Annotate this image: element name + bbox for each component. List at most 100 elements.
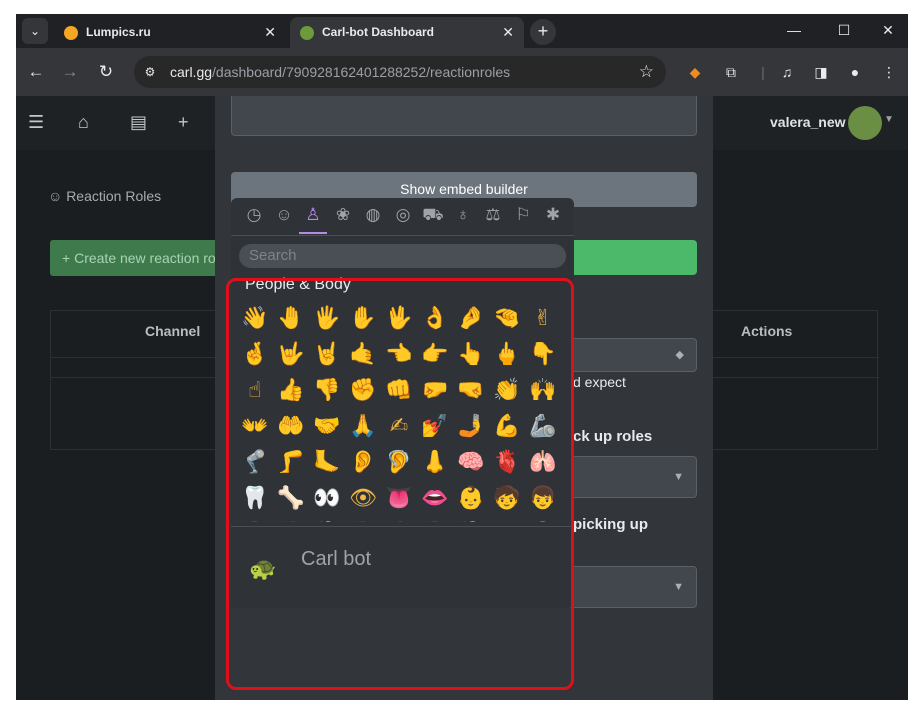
emoji-item[interactable]: 🦾 xyxy=(527,410,559,442)
emoji-item[interactable]: 🦿 xyxy=(239,446,271,478)
travel-icon[interactable]: ⛟ xyxy=(422,204,444,226)
url-text[interactable]: carl.gg/dashboard/790928162401288252/rea… xyxy=(170,56,510,88)
emoji-item[interactable]: 🦴 xyxy=(275,482,307,514)
new-tab-button[interactable]: + xyxy=(530,19,556,45)
emoji-item[interactable]: 👅 xyxy=(383,482,415,514)
metamask-extension-icon[interactable]: ◆ xyxy=(684,61,706,83)
hamburger-icon[interactable]: ☰ xyxy=(28,110,44,134)
symbols-icon[interactable]: ⚖ xyxy=(482,204,504,226)
emoji-item[interactable]: 🧓 xyxy=(455,518,487,522)
food-icon[interactable]: ◍ xyxy=(362,204,384,226)
emoji-item[interactable]: ✋ xyxy=(347,302,379,334)
emoji-item[interactable]: ✌ xyxy=(527,302,559,334)
emoji-item[interactable]: 💪 xyxy=(491,410,523,442)
bookmark-star-icon[interactable]: ☆ xyxy=(639,56,654,88)
emoji-item[interactable]: 👃 xyxy=(419,446,451,478)
emoji-item[interactable]: 💅 xyxy=(419,410,451,442)
emoji-item[interactable]: 🧒 xyxy=(491,482,523,514)
emoji-item[interactable]: 👉 xyxy=(419,338,451,370)
tab-carlbot[interactable]: Carl-bot Dashboard ✕ xyxy=(290,17,524,48)
emoji-item[interactable]: 🖖 xyxy=(383,302,415,334)
home-icon[interactable]: ⌂ xyxy=(78,110,89,134)
docs-icon[interactable]: ▤ xyxy=(130,110,147,134)
emoji-item[interactable]: 🧔 xyxy=(383,518,415,522)
forward-icon[interactable]: → xyxy=(58,60,82,84)
close-window-button[interactable]: ✕ xyxy=(866,14,908,46)
emoji-item[interactable]: 👋 xyxy=(239,302,271,334)
emoji-item[interactable]: 👏 xyxy=(491,374,523,406)
emoji-item[interactable]: 👨 xyxy=(347,518,379,522)
close-tab-icon[interactable]: ✕ xyxy=(502,17,514,48)
objects-icon[interactable]: ♁ xyxy=(452,204,474,226)
emoji-item[interactable]: 👦 xyxy=(527,482,559,514)
emoji-item[interactable]: 🤳 xyxy=(455,410,487,442)
roles-select[interactable]: ▼ xyxy=(567,456,697,498)
menu-icon[interactable]: ⋮ xyxy=(878,61,900,83)
emoji-item[interactable]: 🤙 xyxy=(347,338,379,370)
emoji-item[interactable]: 🤌 xyxy=(455,302,487,334)
emoji-item[interactable]: 🧠 xyxy=(455,446,487,478)
emoji-item[interactable]: 🤘 xyxy=(311,338,343,370)
media-control-icon[interactable]: ♫ xyxy=(776,61,798,83)
nature-icon[interactable]: ❀ xyxy=(332,204,354,226)
emoji-item[interactable]: 👈 xyxy=(383,338,415,370)
emoji-item[interactable]: 👍 xyxy=(275,374,307,406)
emoji-item[interactable]: 👴 xyxy=(491,518,523,522)
emoji-item[interactable]: 🙌 xyxy=(527,374,559,406)
emoji-item[interactable]: 👀 xyxy=(311,482,343,514)
emoji-search-input[interactable]: Search xyxy=(239,244,566,268)
avatar[interactable] xyxy=(848,106,882,140)
emoji-item[interactable]: 🦻 xyxy=(383,446,415,478)
emoji-item[interactable]: 👌 xyxy=(419,302,451,334)
emoji-item[interactable]: 🦵 xyxy=(275,446,307,478)
emoji-item[interactable]: 🖐 xyxy=(311,302,343,334)
emoji-item[interactable]: 🤏 xyxy=(491,302,523,334)
roles-select-2[interactable]: ▼ xyxy=(567,566,697,608)
mode-select[interactable]: ◆ xyxy=(567,338,697,372)
emoji-item[interactable]: 🤟 xyxy=(275,338,307,370)
chevron-down-icon[interactable]: ▼ xyxy=(884,114,894,125)
flags-icon[interactable]: ⚐ xyxy=(512,204,534,226)
emoji-item[interactable]: 🤞 xyxy=(239,338,271,370)
recent-icon[interactable]: ◷ xyxy=(243,204,265,226)
add-icon[interactable]: + xyxy=(178,110,189,134)
emoji-item[interactable]: 👂 xyxy=(347,446,379,478)
reload-icon[interactable]: ↻ xyxy=(94,60,118,84)
emoji-item[interactable]: 👩 xyxy=(419,518,451,522)
emoji-item[interactable]: 🖕 xyxy=(491,338,523,370)
emoji-item[interactable]: 👱 xyxy=(311,518,343,522)
custom-icon[interactable]: ✱ xyxy=(542,204,564,226)
emoji-item[interactable]: 🤚 xyxy=(275,302,307,334)
activity-icon[interactable]: ◎ xyxy=(392,204,414,226)
emoji-item[interactable]: 🤜 xyxy=(455,374,487,406)
username[interactable]: valera_new xyxy=(770,114,846,130)
emoji-item[interactable]: 🫀 xyxy=(491,446,523,478)
smileys-icon[interactable]: ☺ xyxy=(273,204,295,226)
emoji-item[interactable]: 🤛 xyxy=(419,374,451,406)
message-textarea[interactable] xyxy=(231,96,697,136)
emoji-item[interactable]: 👵 xyxy=(527,518,559,522)
emoji-item[interactable]: 🙏 xyxy=(347,410,379,442)
emoji-item[interactable]: 🤲 xyxy=(275,410,307,442)
emoji-item[interactable]: 👇 xyxy=(527,338,559,370)
emoji-item[interactable]: 🦶 xyxy=(311,446,343,478)
emoji-item[interactable]: 🧑 xyxy=(275,518,307,522)
emoji-item[interactable]: 👶 xyxy=(455,482,487,514)
profile-icon[interactable]: ● xyxy=(844,61,866,83)
emoji-item[interactable]: 👐 xyxy=(239,410,271,442)
tab-search-button[interactable]: ⌄ xyxy=(22,18,48,44)
emoji-item[interactable]: ✍ xyxy=(383,410,415,442)
site-info-icon[interactable]: ⚙ xyxy=(142,64,158,80)
extensions-icon[interactable]: ⧉ xyxy=(720,61,742,83)
emoji-item[interactable]: 👧 xyxy=(239,518,271,522)
emoji-item[interactable]: 👊 xyxy=(383,374,415,406)
address-bar[interactable]: ⚙ carl.gg/dashboard/790928162401288252/r… xyxy=(134,56,666,88)
tab-lumpics[interactable]: Lumpics.ru ✕ xyxy=(54,17,286,48)
emoji-item[interactable]: 👄 xyxy=(419,482,451,514)
emoji-item[interactable]: 🦷 xyxy=(239,482,271,514)
emoji-item[interactable]: ☝ xyxy=(239,374,271,406)
side-panel-icon[interactable]: ◨ xyxy=(810,61,832,83)
minimize-button[interactable]: — xyxy=(772,14,816,46)
emoji-item[interactable]: 👆 xyxy=(455,338,487,370)
people-icon[interactable]: ♙ xyxy=(302,204,324,226)
